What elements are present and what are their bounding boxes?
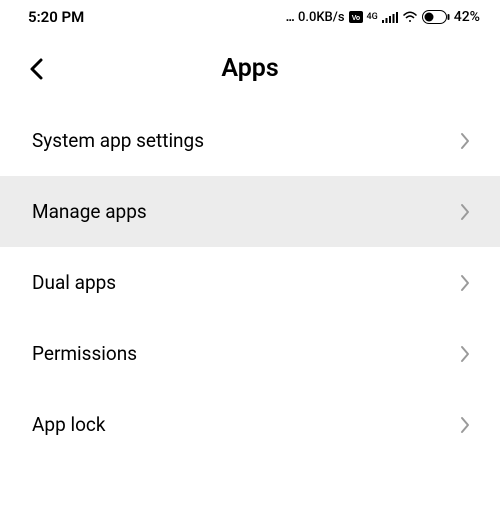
status-indicators: ... 0.0KB/s Vo 4G 42% <box>286 9 480 25</box>
chevron-right-icon <box>460 345 470 363</box>
battery-percent: 42% <box>454 9 480 25</box>
svg-text:Vo: Vo <box>351 15 359 22</box>
chevron-right-icon <box>460 203 470 221</box>
chevron-right-icon <box>460 274 470 292</box>
list-item-app-lock[interactable]: App lock <box>0 389 500 460</box>
page-title: Apps <box>24 54 476 83</box>
chevron-right-icon <box>460 416 470 434</box>
back-button[interactable] <box>28 57 46 81</box>
status-bar: 5:20 PM ... 0.0KB/s Vo 4G 42% <box>0 0 500 34</box>
network-speed: 0.0KB/s <box>298 10 345 25</box>
volte-icon: Vo <box>349 11 363 23</box>
settings-list: System app settings Manage apps Dual app… <box>0 105 500 460</box>
status-time: 5:20 PM <box>28 8 84 26</box>
chevron-right-icon <box>460 132 470 150</box>
list-item-manage-apps[interactable]: Manage apps <box>0 176 500 247</box>
list-item-dual-apps[interactable]: Dual apps <box>0 247 500 318</box>
list-item-label: App lock <box>32 413 105 436</box>
list-item-label: Dual apps <box>32 271 116 294</box>
wifi-icon <box>402 11 418 23</box>
list-item-label: Manage apps <box>32 200 147 223</box>
list-item-label: System app settings <box>32 129 204 152</box>
chevron-left-icon <box>28 57 46 81</box>
signal-icon <box>382 11 398 23</box>
header: Apps <box>0 34 500 105</box>
network-type: 4G <box>367 13 378 22</box>
list-item-system-app-settings[interactable]: System app settings <box>0 105 500 176</box>
battery-icon <box>422 10 450 24</box>
list-item-label: Permissions <box>32 342 137 365</box>
list-item-permissions[interactable]: Permissions <box>0 318 500 389</box>
status-dots: ... <box>286 10 294 25</box>
